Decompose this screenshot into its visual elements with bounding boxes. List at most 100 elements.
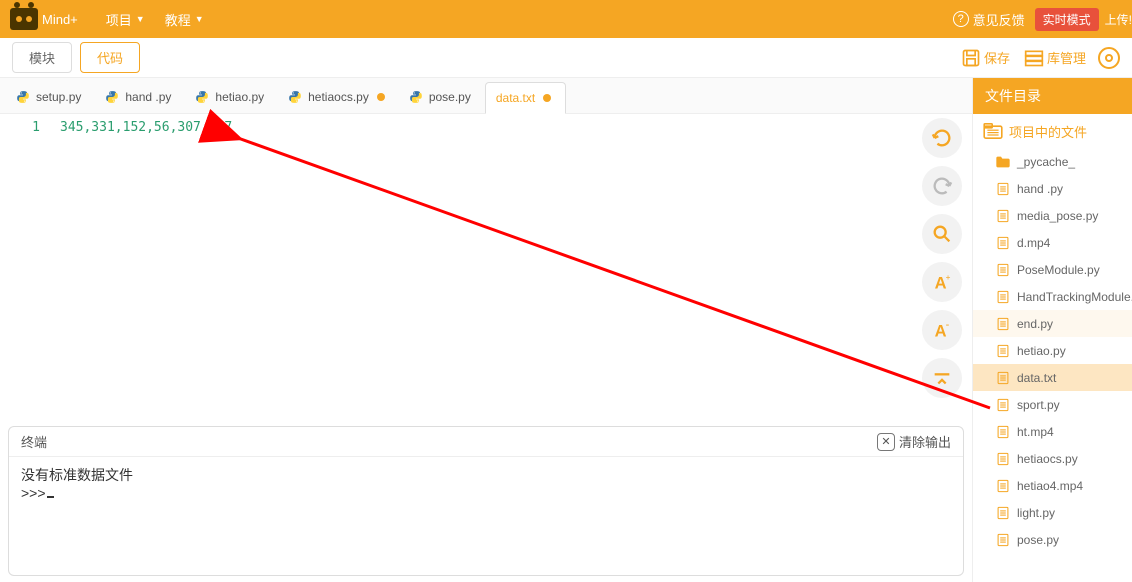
chevron-down-icon: ▼ xyxy=(136,14,145,24)
file-row[interactable]: data.txt xyxy=(973,364,1132,391)
mode-badge[interactable]: 实时模式 xyxy=(1035,8,1099,31)
search-button[interactable] xyxy=(922,214,962,254)
question-icon: ? xyxy=(953,11,969,27)
file-icon xyxy=(995,425,1011,439)
library-button[interactable]: 库管理 xyxy=(1024,48,1086,68)
clear-icon: ✕ xyxy=(877,433,895,451)
upload-button[interactable]: 上传! xyxy=(1105,11,1132,28)
project-icon xyxy=(983,123,1003,139)
redo-button[interactable] xyxy=(922,166,962,206)
file-row[interactable]: hetiaocs.py xyxy=(973,445,1132,472)
python-icon xyxy=(195,90,209,104)
file-name: pose.py xyxy=(1017,533,1059,547)
editor-area: setup.py hand .py hetiao.py hetiaocs.py pose… xyxy=(0,78,972,582)
tab-label: hetiao.py xyxy=(215,90,264,104)
terminal-line: 没有标准数据文件 xyxy=(21,465,951,485)
target-button[interactable] xyxy=(1098,47,1120,69)
undo-button[interactable] xyxy=(922,118,962,158)
file-name: light.py xyxy=(1017,506,1055,520)
file-name: media_pose.py xyxy=(1017,209,1098,223)
logo[interactable]: Mind+ xyxy=(10,8,78,30)
file-row[interactable]: pose.py xyxy=(973,526,1132,553)
file-name: ht.mp4 xyxy=(1017,425,1054,439)
file-tab[interactable]: pose.py xyxy=(399,81,485,113)
file-sidebar: 文件目录 项目中的文件 _pycache_hand .py media_pose.… xyxy=(972,78,1132,582)
svg-text:+: + xyxy=(946,273,951,282)
menu-tutorial[interactable]: 教程▼ xyxy=(165,10,204,29)
terminal-prompt: >>> xyxy=(21,485,951,501)
file-row[interactable]: ht.mp4 xyxy=(973,418,1132,445)
file-row[interactable]: media_pose.py xyxy=(973,202,1132,229)
file-name: PoseModule.py xyxy=(1017,263,1100,277)
folder-icon xyxy=(995,155,1011,169)
file-name: end.py xyxy=(1017,317,1053,331)
font-decrease-button[interactable]: A- xyxy=(922,310,962,350)
dirty-indicator xyxy=(543,94,551,102)
file-tab[interactable]: setup.py xyxy=(6,81,95,113)
clear-output-button[interactable]: ✕ 清除输出 xyxy=(877,432,951,451)
second-bar: 模块 代码 保存 库管理 xyxy=(0,38,1132,78)
tab-label: hetiaocs.py xyxy=(308,90,369,104)
save-icon xyxy=(961,48,981,68)
file-icon xyxy=(995,479,1011,493)
file-icon xyxy=(995,182,1011,196)
file-icon xyxy=(995,533,1011,547)
menu-project[interactable]: 项目▼ xyxy=(106,10,145,29)
tab-label: hand .py xyxy=(125,90,171,104)
file-name: hetiaocs.py xyxy=(1017,452,1078,466)
file-icon xyxy=(995,344,1011,358)
target-icon xyxy=(1105,54,1113,62)
file-icon xyxy=(995,452,1011,466)
tab-label: data.txt xyxy=(496,91,535,105)
file-name: sport.py xyxy=(1017,398,1060,412)
dirty-indicator xyxy=(377,93,385,101)
file-name: hetiao4.mp4 xyxy=(1017,479,1083,493)
file-row[interactable]: _pycache_ xyxy=(973,148,1132,175)
logo-icon xyxy=(10,8,38,30)
file-name: data.txt xyxy=(1017,371,1056,385)
sidebar-section: 项目中的文件 xyxy=(973,114,1132,148)
file-icon xyxy=(995,209,1011,223)
feedback-button[interactable]: ? 意见反馈 xyxy=(953,10,1025,29)
file-icon xyxy=(995,290,1011,304)
code-editor[interactable]: 1 345,331,152,56,307,227 A+ A- xyxy=(0,114,972,420)
tab-label: setup.py xyxy=(36,90,81,104)
line-gutter: 1 xyxy=(0,114,50,420)
font-increase-button[interactable]: A+ xyxy=(922,262,962,302)
file-row[interactable]: PoseModule.py xyxy=(973,256,1132,283)
file-row[interactable]: hetiao4.mp4 xyxy=(973,472,1132,499)
logo-text: Mind+ xyxy=(42,12,78,27)
file-row[interactable]: hetiao.py xyxy=(973,337,1132,364)
tab-code[interactable]: 代码 xyxy=(80,42,140,73)
file-icon xyxy=(995,398,1011,412)
file-icon xyxy=(995,236,1011,250)
file-row[interactable]: hand .py xyxy=(973,175,1132,202)
file-tab[interactable]: hetiaocs.py xyxy=(278,81,399,113)
file-tab[interactable]: hand .py xyxy=(95,81,185,113)
sidebar-title: 文件目录 xyxy=(973,78,1132,114)
file-row[interactable]: d.mp4 xyxy=(973,229,1132,256)
terminal-body[interactable]: 没有标准数据文件 >>> xyxy=(9,457,963,575)
file-icon xyxy=(995,371,1011,385)
terminal-panel: 终端 ✕ 清除输出 没有标准数据文件 >>> xyxy=(8,426,964,576)
terminal-title: 终端 xyxy=(21,432,47,451)
file-icon xyxy=(995,317,1011,331)
file-tab[interactable]: hetiao.py xyxy=(185,81,278,113)
tab-block[interactable]: 模块 xyxy=(12,42,72,73)
file-tab[interactable]: data.txt xyxy=(485,82,566,114)
file-list: _pycache_hand .py media_pose.py d.mp4 PoseM… xyxy=(973,148,1132,582)
file-tabs: setup.py hand .py hetiao.py hetiaocs.py pose… xyxy=(0,78,972,114)
file-row[interactable]: sport.py xyxy=(973,391,1132,418)
file-name: hand .py xyxy=(1017,182,1063,196)
python-icon xyxy=(409,90,423,104)
file-row[interactable]: HandTrackingModule.p xyxy=(973,283,1132,310)
tab-label: pose.py xyxy=(429,90,471,104)
file-row[interactable]: light.py xyxy=(973,499,1132,526)
save-button[interactable]: 保存 xyxy=(961,48,1010,68)
file-name: d.mp4 xyxy=(1017,236,1050,250)
file-row[interactable]: end.py xyxy=(973,310,1132,337)
top-bar: Mind+ 项目▼ 教程▼ ? 意见反馈 实时模式 上传! xyxy=(0,0,1132,38)
collapse-button[interactable] xyxy=(922,358,962,398)
code-content[interactable]: 345,331,152,56,307,227 xyxy=(50,114,972,420)
svg-text:-: - xyxy=(946,319,950,331)
